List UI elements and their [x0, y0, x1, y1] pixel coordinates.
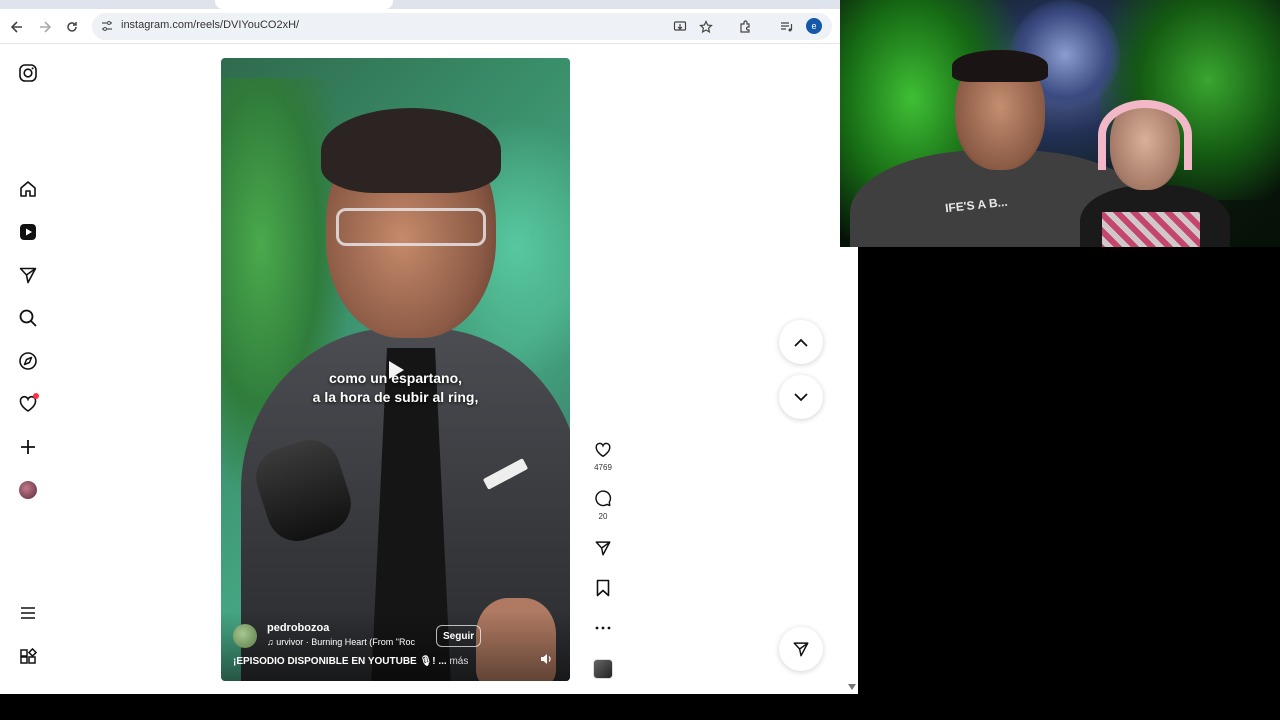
play-icon[interactable]	[387, 360, 405, 380]
reload-icon[interactable]	[62, 17, 82, 37]
media-control-icon[interactable]	[776, 17, 796, 37]
messages-icon[interactable]	[16, 263, 40, 287]
headphones	[1098, 100, 1192, 170]
url-text[interactable]: instagram.com/reels/DVIYouCO2xH/	[121, 19, 299, 31]
audio-track-label: urvivor · Burning Heart (From "Roc	[276, 637, 415, 647]
webcam-overlay: IFE'S A B...	[840, 0, 1280, 247]
creator-username[interactable]: pedrobozoa	[267, 622, 329, 634]
also-from-meta-icon[interactable]	[16, 645, 40, 669]
create-icon[interactable]	[16, 435, 40, 459]
previous-reel-button[interactable]	[779, 320, 823, 364]
reel-video[interactable]: como un espartano, a la hora de subir al…	[221, 58, 570, 681]
more-options-icon[interactable]	[593, 618, 613, 638]
send-icon	[793, 642, 809, 657]
instagram-sidebar	[0, 45, 56, 694]
share-icon[interactable]	[593, 538, 613, 558]
creator-avatar[interactable]	[233, 624, 257, 648]
chevron-down-icon	[794, 392, 808, 401]
install-app-icon[interactable]	[672, 19, 688, 35]
back-icon[interactable]	[7, 17, 27, 37]
site-settings-icon[interactable]	[100, 19, 114, 33]
volume-icon[interactable]	[539, 652, 553, 666]
reels-icon[interactable]	[16, 220, 40, 244]
tab-strip	[0, 0, 858, 9]
save-icon[interactable]	[593, 578, 613, 598]
notification-dot	[33, 393, 39, 399]
comment-icon[interactable]	[593, 489, 613, 509]
address-bar[interactable]: instagram.com/reels/DVIYouCO2xH/	[92, 13, 832, 40]
like-icon[interactable]	[593, 440, 613, 460]
audio-track[interactable]: ♫ urvivor · Burning Heart (From "Roc	[267, 637, 422, 647]
search-icon[interactable]	[16, 306, 40, 330]
chevron-up-icon	[794, 338, 808, 347]
like-count: 4769	[594, 463, 612, 472]
bookmark-star-icon[interactable]	[698, 19, 714, 35]
screen: instagram.com/reels/DVIYouCO2xH/ e como …	[0, 0, 1280, 720]
follow-button[interactable]: Seguir	[436, 625, 482, 647]
scrollbar-down-arrow[interactable]	[848, 684, 856, 690]
active-tab[interactable]	[215, 0, 393, 9]
instagram-logo-icon[interactable]	[16, 61, 40, 85]
video-caption-line-2: a la hora de subir al ring,	[312, 389, 479, 405]
next-reel-button[interactable]	[779, 375, 823, 419]
forward-icon[interactable]	[35, 17, 55, 37]
home-icon[interactable]	[16, 177, 40, 201]
more-link[interactable]: más	[449, 656, 468, 667]
profile-avatar-button[interactable]: e	[806, 18, 822, 34]
extensions-icon[interactable]	[735, 17, 755, 37]
comment-count: 20	[598, 512, 608, 521]
messages-floating-button[interactable]	[779, 627, 823, 671]
notifications-icon[interactable]	[16, 392, 40, 416]
browser-toolbar: instagram.com/reels/DVIYouCO2xH/ e	[0, 9, 858, 44]
more-menu-icon[interactable]	[16, 601, 40, 625]
explore-icon[interactable]	[16, 349, 40, 373]
profile-avatar[interactable]	[16, 478, 40, 502]
music-note-icon: ♫	[267, 637, 277, 647]
browser-window: instagram.com/reels/DVIYouCO2xH/ e como …	[0, 0, 858, 694]
audio-thumbnail[interactable]	[593, 659, 613, 679]
reel-description[interactable]: ¡EPISODIO DISPONIBLE EN YOUTUBE 🎙! ... m…	[233, 656, 468, 667]
